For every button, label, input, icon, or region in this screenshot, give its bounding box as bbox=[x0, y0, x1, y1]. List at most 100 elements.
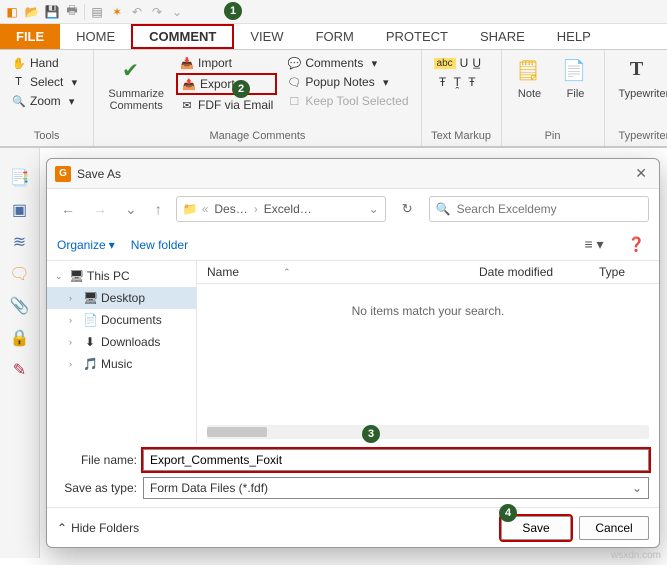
tab-view[interactable]: VIEW bbox=[234, 24, 299, 49]
tab-help[interactable]: HELP bbox=[541, 24, 607, 49]
select-icon: Ꭲ bbox=[12, 75, 26, 89]
tree-music[interactable]: ›🎵Music bbox=[47, 353, 196, 375]
folder-tree: ⌄🖥This PC ›🖥Desktop ›📄Documents ›⬇Downlo… bbox=[47, 261, 197, 443]
export-button[interactable]: 📤Export bbox=[176, 73, 277, 95]
hide-folders-button[interactable]: ⌃Hide Folders bbox=[57, 521, 139, 535]
search-box[interactable]: 🔍 bbox=[429, 196, 649, 222]
tab-share[interactable]: SHARE bbox=[464, 24, 541, 49]
import-button[interactable]: 📥Import bbox=[176, 54, 277, 72]
undo-icon[interactable]: ↶ bbox=[129, 4, 145, 20]
u-icon: U bbox=[460, 56, 469, 70]
sign-icon[interactable]: ✎ bbox=[13, 360, 26, 380]
quick-access-toolbar: ◧ 📂 💾 🖶 ▤ ✶ ↶ ↷ ⌄ bbox=[0, 0, 667, 24]
dialog-titlebar: G Save As ✕ bbox=[47, 159, 659, 189]
close-button[interactable]: ✕ bbox=[631, 165, 651, 182]
step-badge-3: 3 bbox=[362, 425, 380, 443]
breadcrumb-1[interactable]: Des… bbox=[212, 202, 249, 216]
col-type[interactable]: Type bbox=[599, 265, 649, 279]
comments-label: Comments bbox=[305, 56, 363, 70]
typewriter-icon: T bbox=[630, 58, 658, 86]
step-badge-2: 2 bbox=[232, 80, 250, 98]
qat-dropdown-icon[interactable]: ⌄ bbox=[169, 4, 185, 20]
open-icon[interactable]: 📂 bbox=[24, 4, 40, 20]
note-button[interactable]: 🗒Note bbox=[510, 54, 550, 128]
save-icon[interactable]: 💾 bbox=[44, 4, 60, 20]
savetype-select[interactable]: Form Data Files (*.fdf) bbox=[143, 477, 649, 499]
zoom-tool[interactable]: 🔍Zoom▾ bbox=[8, 92, 85, 110]
fdf-button[interactable]: ✉ FDF via Email bbox=[176, 96, 277, 114]
file-attach-button[interactable]: 📄File bbox=[556, 54, 596, 128]
typewriter-button[interactable]: TTypewriter bbox=[613, 54, 667, 128]
mail-icon: ✉ bbox=[180, 98, 194, 112]
redo-icon[interactable]: ↷ bbox=[149, 4, 165, 20]
print-icon[interactable]: 🖶 bbox=[64, 4, 80, 20]
tab-home[interactable]: HOME bbox=[60, 24, 131, 49]
app-icon: ◧ bbox=[4, 4, 20, 20]
back-button[interactable]: ← bbox=[57, 199, 79, 219]
desktop-label: Desktop bbox=[101, 291, 145, 305]
summarize-button[interactable]: ✔ SummarizeComments bbox=[102, 54, 170, 128]
strike-icon: Ŧ bbox=[439, 75, 446, 89]
hand-tool[interactable]: ✋Hand bbox=[8, 54, 85, 72]
up-button[interactable]: ↑ bbox=[151, 199, 166, 219]
zoom-label: Zoom bbox=[30, 94, 61, 108]
forward-button[interactable]: → bbox=[89, 199, 111, 219]
search-input[interactable] bbox=[457, 202, 642, 216]
expand-icon[interactable]: ⌄ bbox=[55, 271, 65, 282]
security-icon[interactable]: 🔒 bbox=[10, 328, 30, 348]
popup-dropdown[interactable]: 🗨Popup Notes▾ bbox=[283, 73, 412, 91]
layers-icon[interactable]: ≋ bbox=[13, 232, 26, 252]
chevron-down-icon: ▾ bbox=[379, 75, 393, 89]
refresh-button[interactable]: ↻ bbox=[396, 199, 419, 219]
separator bbox=[84, 4, 85, 20]
cancel-button[interactable]: Cancel bbox=[579, 516, 649, 540]
comments-panel-icon[interactable]: 🗨 bbox=[9, 264, 29, 284]
tab-form[interactable]: FORM bbox=[300, 24, 370, 49]
filename-input[interactable] bbox=[143, 449, 649, 471]
downloads-label: Downloads bbox=[101, 335, 160, 349]
select-tool[interactable]: ᎢSelect▾ bbox=[8, 73, 85, 91]
keep-tool-checkbox[interactable]: ☐Keep Tool Selected bbox=[283, 92, 412, 110]
help-button[interactable]: ❓ bbox=[624, 236, 649, 253]
tab-comment[interactable]: COMMENT bbox=[131, 24, 234, 49]
export-label: Export bbox=[200, 77, 235, 91]
dialog-toolbar: Organize ▾ New folder ≡ ▾ ❓ bbox=[47, 229, 659, 261]
expand-icon[interactable]: › bbox=[69, 359, 79, 369]
hand-icon: ✋ bbox=[12, 56, 26, 70]
new-icon[interactable]: ✶ bbox=[109, 4, 125, 20]
tab-protect[interactable]: PROTECT bbox=[370, 24, 464, 49]
tree-thispc[interactable]: ⌄🖥This PC bbox=[47, 265, 196, 287]
breadcrumb-2[interactable]: Exceld… bbox=[262, 202, 314, 216]
doc-icon[interactable]: ▤ bbox=[89, 4, 105, 20]
organize-label: Organize bbox=[57, 238, 106, 252]
expand-icon[interactable]: › bbox=[69, 337, 79, 347]
bookmarks-icon[interactable]: 📑 bbox=[10, 168, 30, 188]
savetype-label: Save as type: bbox=[57, 481, 137, 495]
col-name[interactable]: Name⌃ bbox=[207, 265, 479, 279]
col-name-label: Name bbox=[207, 265, 239, 279]
address-bar[interactable]: 📁 « Des… › Exceld… ⌄ bbox=[176, 196, 386, 222]
note-label: Note bbox=[518, 88, 541, 100]
comments-dropdown[interactable]: 💬Comments▾ bbox=[283, 54, 412, 72]
recent-dropdown[interactable]: ⌄ bbox=[121, 199, 141, 220]
col-date[interactable]: Date modified bbox=[479, 265, 599, 279]
keep-label: Keep Tool Selected bbox=[305, 94, 408, 108]
ribbon-group-textmarkup: abc U U̲ Ŧ Ṱ Ŧ Text Markup bbox=[422, 50, 502, 146]
attachments-icon[interactable]: 📎 bbox=[10, 296, 30, 316]
new-folder-button[interactable]: New folder bbox=[131, 238, 188, 252]
markup-row2[interactable]: Ŧ Ṱ Ŧ bbox=[435, 73, 480, 91]
expand-icon[interactable]: › bbox=[69, 293, 79, 303]
tree-desktop[interactable]: ›🖥Desktop bbox=[47, 287, 196, 309]
view-mode-button[interactable]: ≡ ▾ bbox=[580, 236, 607, 253]
tab-file[interactable]: FILE bbox=[0, 24, 60, 49]
address-dropdown-icon[interactable]: ⌄ bbox=[369, 202, 379, 216]
horizontal-scrollbar[interactable] bbox=[207, 425, 649, 439]
tree-documents[interactable]: ›📄Documents bbox=[47, 309, 196, 331]
pages-icon[interactable]: ▣ bbox=[12, 200, 27, 220]
highlight-button[interactable]: abc U U̲ bbox=[430, 54, 485, 72]
import-label: Import bbox=[198, 56, 232, 70]
tree-downloads[interactable]: ›⬇Downloads bbox=[47, 331, 196, 353]
fdf-label: FDF via Email bbox=[198, 98, 273, 112]
organize-button[interactable]: Organize ▾ bbox=[57, 238, 115, 252]
expand-icon[interactable]: › bbox=[69, 315, 79, 325]
